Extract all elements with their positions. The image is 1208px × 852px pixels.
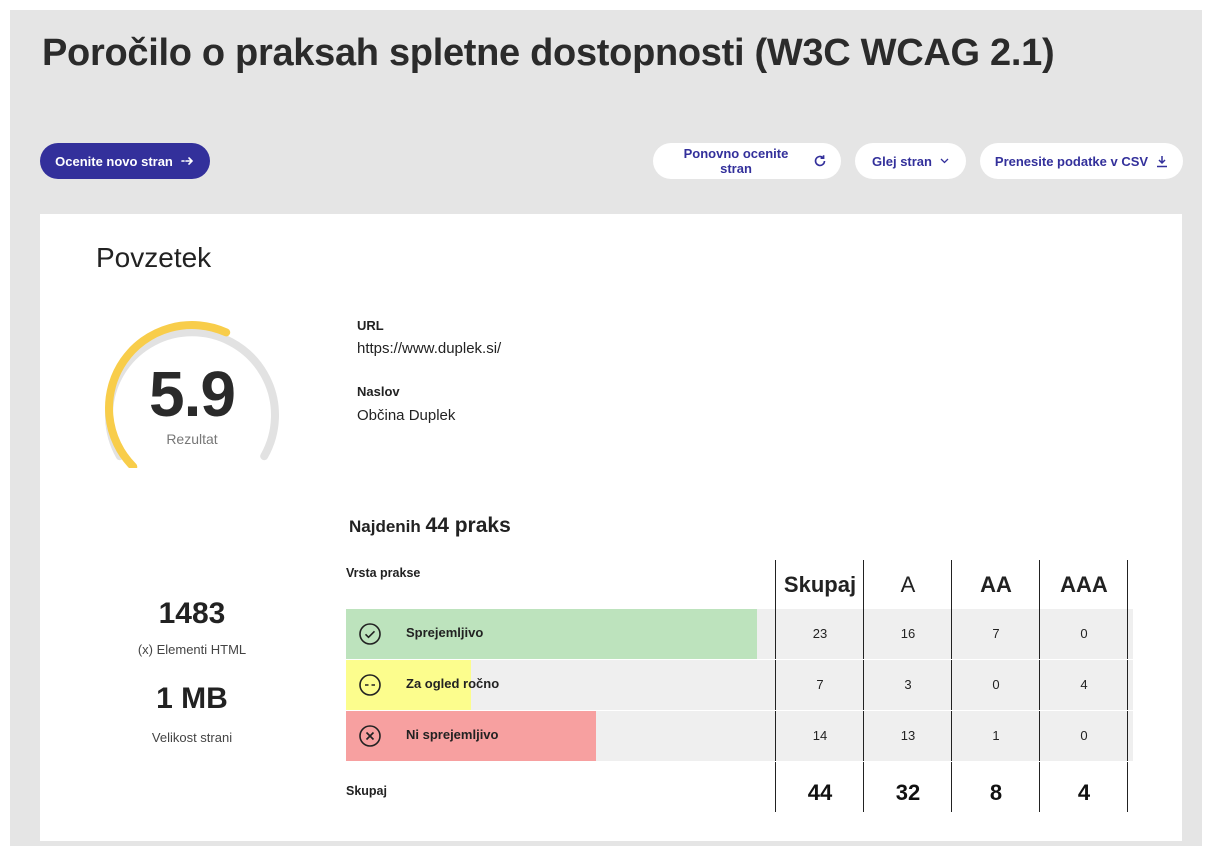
divider xyxy=(951,711,952,761)
divider xyxy=(863,660,864,710)
summary-card: Povzetek 5.9 Rezultat URL https://www.du… xyxy=(40,214,1182,841)
url-value: https://www.duplek.si/ xyxy=(357,340,502,357)
download-csv-label: Prenesite podatke v CSV xyxy=(994,153,1149,169)
divider xyxy=(775,609,776,659)
practices-found-count: 44 praks xyxy=(425,514,511,537)
divider xyxy=(1039,660,1040,710)
evaluate-new-page-button[interactable]: Ocenite novo stran xyxy=(40,143,210,179)
count-a: 13 xyxy=(900,728,916,743)
practices-found: Najdenih 44 praks xyxy=(349,514,511,538)
score-value: 5.9 xyxy=(149,358,236,430)
download-csv-button[interactable]: Prenesite podatke v CSV xyxy=(980,143,1183,179)
divider xyxy=(1127,609,1128,659)
page-size: 1 MB xyxy=(156,682,228,715)
divider xyxy=(1039,609,1040,659)
evaluate-new-label: Ocenite novo stran xyxy=(55,153,173,169)
count-total: 7 xyxy=(816,677,824,692)
elements-label: (x) Elementi HTML xyxy=(137,642,247,657)
column-header-a: A xyxy=(900,572,916,597)
practice-label: Sprejemljivo xyxy=(406,625,484,640)
count-aaa: 4 xyxy=(1080,677,1088,692)
practice-row-manual-review: Za ogled ročno 7 3 0 4 xyxy=(346,660,1133,710)
count-aaa: 0 xyxy=(1080,626,1088,641)
practice-row-acceptable: Sprejemljivo 23 16 7 0 xyxy=(346,609,1133,659)
total-row-label: Skupaj xyxy=(346,784,387,798)
page-title-label: Naslov xyxy=(357,384,400,399)
divider xyxy=(951,609,952,659)
practices-found-prefix: Najdenih xyxy=(349,517,421,536)
report-page: Poročilo o praksah spletne dostopnosti (… xyxy=(10,10,1202,846)
divider xyxy=(1127,660,1128,710)
download-icon xyxy=(1156,155,1168,168)
reevaluate-page-button[interactable]: Ponovno ocenite stran xyxy=(653,143,841,179)
count-aa: 7 xyxy=(992,626,1000,641)
minus-circle-icon xyxy=(359,674,381,696)
count-aa: 0 xyxy=(992,677,1000,692)
total-aaa: 4 xyxy=(1077,780,1091,805)
column-header-aaa: AAA xyxy=(1060,572,1108,597)
count-aaa: 0 xyxy=(1080,728,1088,743)
divider xyxy=(863,711,864,761)
divider xyxy=(1127,711,1128,761)
page-title-value: Občina Duplek xyxy=(357,407,456,424)
reevaluate-label: Ponovno ocenite stran xyxy=(683,146,789,176)
score-label: Rezultat xyxy=(166,431,218,447)
count-a: 3 xyxy=(904,677,912,692)
practice-row-not-acceptable: Ni sprejemljivo 14 13 1 0 xyxy=(346,711,1133,761)
page-size-label: Velikost strani xyxy=(151,730,233,745)
count-aa: 1 xyxy=(992,728,1000,743)
check-circle-icon xyxy=(359,623,381,645)
total-a: 32 xyxy=(895,780,921,805)
refresh-icon xyxy=(813,154,827,168)
practice-type-header: Vrsta prakse xyxy=(346,566,421,580)
url-label: URL xyxy=(357,318,384,333)
divider xyxy=(863,609,864,659)
total-aa: 8 xyxy=(989,780,1003,805)
divider xyxy=(1039,711,1040,761)
count-total: 14 xyxy=(812,728,828,743)
count-a: 16 xyxy=(900,626,916,641)
page-title: Poročilo o praksah spletne dostopnosti (… xyxy=(42,32,1055,74)
view-page-label: Glej stran xyxy=(872,153,932,169)
arrow-right-icon xyxy=(181,156,195,166)
total-count: 44 xyxy=(807,780,833,805)
view-page-button[interactable]: Glej stran xyxy=(855,143,966,179)
divider xyxy=(775,711,776,761)
practice-label: Ni sprejemljivo xyxy=(406,727,499,742)
count-total: 23 xyxy=(812,626,828,641)
practice-label: Za ogled ročno xyxy=(406,676,500,691)
column-header-aa: AA xyxy=(980,572,1012,597)
chevron-down-icon xyxy=(940,158,949,164)
divider xyxy=(951,660,952,710)
divider xyxy=(775,660,776,710)
x-circle-icon xyxy=(359,725,381,747)
elements-count: 1483 xyxy=(158,597,226,630)
column-header-total: Skupaj xyxy=(783,572,857,597)
summary-heading: Povzetek xyxy=(96,242,212,273)
